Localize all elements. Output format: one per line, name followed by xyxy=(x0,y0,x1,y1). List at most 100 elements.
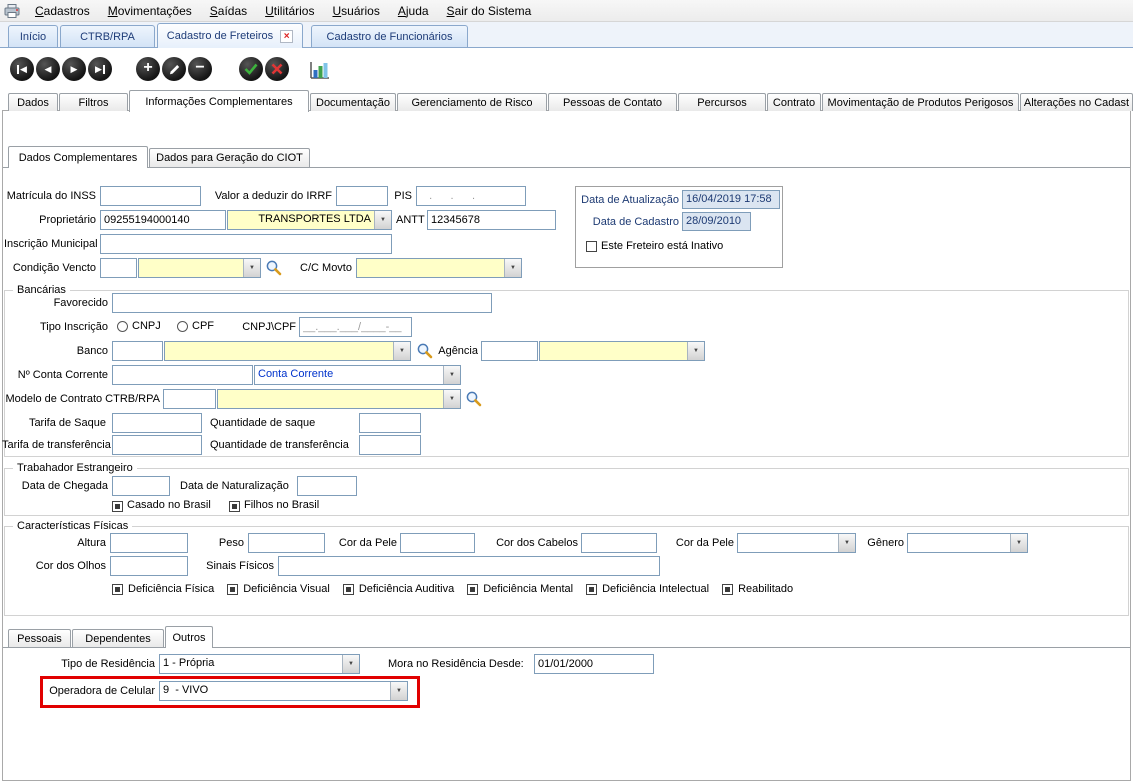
cor-da-pele-field[interactable] xyxy=(400,533,475,553)
cnpj-cpf-field[interactable] xyxy=(299,317,412,337)
deficiencia-mental-checkbox[interactable] xyxy=(467,584,478,595)
menu-utilitarios[interactable]: Utilitários xyxy=(256,1,323,21)
proprietario-empresa-combobox[interactable]: TRANSPORTES LTDA ▼ xyxy=(227,210,392,230)
tab-pessoais[interactable]: Pessoais xyxy=(8,629,71,647)
tipo-residencia-combobox[interactable]: 1 - Própria ▼ xyxy=(159,654,360,674)
tab-dados[interactable]: Dados xyxy=(8,93,58,111)
tab-alteracoes-no-cadastro[interactable]: Alterações no Cadast xyxy=(1020,93,1133,111)
condicao-vencto-combobox[interactable]: ▼ xyxy=(138,258,261,278)
tipo-residencia-value: 1 - Própria xyxy=(160,655,342,673)
pis-field[interactable] xyxy=(416,186,526,206)
cor-dos-cabelos-field[interactable] xyxy=(581,533,657,553)
edit-record-button[interactable] xyxy=(162,57,186,81)
banco-code-field[interactable] xyxy=(112,341,163,361)
tab-dependentes[interactable]: Dependentes xyxy=(72,629,164,647)
banco-combobox[interactable]: ▼ xyxy=(164,341,411,361)
tab-dados-label: Dados xyxy=(17,97,49,109)
peso-field[interactable] xyxy=(248,533,325,553)
freteiro-inativo-checkbox[interactable] xyxy=(586,241,597,252)
pis-label: PIS xyxy=(392,190,412,203)
cor-dos-olhos-field[interactable] xyxy=(110,556,188,576)
inscricao-municipal-label: Inscrição Municipal xyxy=(4,238,96,251)
antt-field[interactable] xyxy=(427,210,556,230)
chevron-down-icon: ▼ xyxy=(443,390,460,408)
nav-next-button[interactable]: ▶ xyxy=(62,57,86,81)
tab-ctrb-rpa[interactable]: CTRB/RPA xyxy=(60,25,155,47)
tab-gerenciamento-de-risco[interactable]: Gerenciamento de Risco xyxy=(397,93,547,111)
qtd-transferencia-field[interactable] xyxy=(359,435,421,455)
tab-filtros[interactable]: Filtros xyxy=(59,93,128,111)
menu-cadastros[interactable]: Cadastros xyxy=(26,1,99,21)
agencia-combobox[interactable]: ▼ xyxy=(539,341,705,361)
tab-informacoes-complementares[interactable]: Informações Complementares xyxy=(129,90,309,112)
tab-dados-geracao-ciot[interactable]: Dados para Geração do CIOT xyxy=(149,148,310,167)
casado-no-brasil-checkbox[interactable] xyxy=(112,501,123,512)
tab-cadastro-de-funcionarios[interactable]: Cadastro de Funcionários xyxy=(311,25,468,47)
close-icon[interactable]: × xyxy=(280,30,293,43)
menu-movimentacoes[interactable]: Movimentações xyxy=(99,1,201,21)
chart-button[interactable] xyxy=(308,58,332,82)
tab-cadastro-de-freteiros[interactable]: Cadastro de Freteiros × xyxy=(157,23,303,48)
operadora-celular-value: 9 - VIVO xyxy=(160,682,390,700)
condicao-vencto-code-field[interactable] xyxy=(100,258,137,278)
cc-movto-label: C/C Movto xyxy=(298,262,352,275)
cancel-button[interactable] xyxy=(265,57,289,81)
tab-contrato[interactable]: Contrato xyxy=(767,93,821,111)
altura-field[interactable] xyxy=(110,533,188,553)
menu-saidas[interactable]: Saídas xyxy=(201,1,256,21)
modelo-contrato-code-field[interactable] xyxy=(163,389,216,409)
cpf-radio[interactable] xyxy=(177,321,188,332)
agencia-code-field[interactable] xyxy=(481,341,538,361)
tab-inicio[interactable]: Início xyxy=(8,25,58,47)
cor-da-pele-combobox[interactable]: ▼ xyxy=(737,533,856,553)
deficiencia-intelectual-checkbox[interactable] xyxy=(586,584,597,595)
deficiencia-fisica-checkbox[interactable] xyxy=(112,584,123,595)
tab-documentacao[interactable]: Documentação xyxy=(310,93,396,111)
deficiencia-visual-checkbox[interactable] xyxy=(227,584,238,595)
filhos-no-brasil-checkbox[interactable] xyxy=(229,501,240,512)
tipo-conta-combobox[interactable]: Conta Corrente ▼ xyxy=(254,365,461,385)
valor-irrf-field[interactable] xyxy=(336,186,388,206)
tab-percursos-label: Percursos xyxy=(697,97,747,109)
reabilitado-checkbox[interactable] xyxy=(722,584,733,595)
tarifa-transferencia-field[interactable] xyxy=(112,435,202,455)
proprietario-cnpj-field[interactable] xyxy=(100,210,226,230)
sinais-fisicos-field[interactable] xyxy=(278,556,660,576)
modelo-contrato-lookup-button[interactable] xyxy=(465,390,483,408)
menu-usuarios[interactable]: Usuários xyxy=(323,1,388,21)
banco-lookup-button[interactable] xyxy=(416,342,434,360)
tipo-inscricao-label: Tipo Inscrição xyxy=(18,321,108,334)
qtd-saque-field[interactable] xyxy=(359,413,421,433)
menu-ajuda[interactable]: Ajuda xyxy=(389,1,438,21)
cc-movto-combobox[interactable]: ▼ xyxy=(356,258,522,278)
freteiro-inativo-label: Este Freteiro está Inativo xyxy=(601,240,723,253)
inscricao-municipal-field[interactable] xyxy=(100,234,392,254)
confirm-button[interactable] xyxy=(239,57,263,81)
tab-movimentacao-produtos-perigosos[interactable]: Movimentação de Produtos Perigosos xyxy=(822,93,1019,111)
operadora-celular-combobox[interactable]: 9 - VIVO ▼ xyxy=(159,681,408,701)
modelo-contrato-combobox[interactable]: ▼ xyxy=(217,389,461,409)
add-record-button[interactable]: + xyxy=(136,57,160,81)
genero-combobox[interactable]: ▼ xyxy=(907,533,1028,553)
tab-pessoas-de-contato[interactable]: Pessoas de Contato xyxy=(548,93,677,111)
data-chegada-field[interactable] xyxy=(112,476,170,496)
num-conta-corrente-field[interactable] xyxy=(112,365,253,385)
nav-first-button[interactable]: ◀ xyxy=(10,57,34,81)
tab-cadastro-de-funcionarios-label: Cadastro de Funcionários xyxy=(327,31,453,43)
cnpj-radio[interactable] xyxy=(117,321,128,332)
favorecido-field[interactable] xyxy=(112,293,492,313)
tab-percursos[interactable]: Percursos xyxy=(678,93,766,111)
tab-outros[interactable]: Outros xyxy=(165,626,213,648)
nav-previous-button[interactable]: ◀ xyxy=(36,57,60,81)
tab-dados-complementares[interactable]: Dados Complementares xyxy=(8,146,148,168)
delete-record-button[interactable]: − xyxy=(188,57,212,81)
tarifa-saque-field[interactable] xyxy=(112,413,202,433)
deficiencia-auditiva-checkbox[interactable] xyxy=(343,584,354,595)
menu-sair-do-sistema[interactable]: Sair do Sistema xyxy=(438,1,541,21)
matricula-inss-field[interactable] xyxy=(100,186,201,206)
condicao-vencto-lookup-button[interactable] xyxy=(265,259,283,277)
data-naturalizacao-field[interactable] xyxy=(297,476,357,496)
mora-desde-field[interactable] xyxy=(534,654,654,674)
data-naturalizacao-label: Data de Naturalização xyxy=(180,480,289,493)
nav-last-button[interactable]: ▶ xyxy=(88,57,112,81)
